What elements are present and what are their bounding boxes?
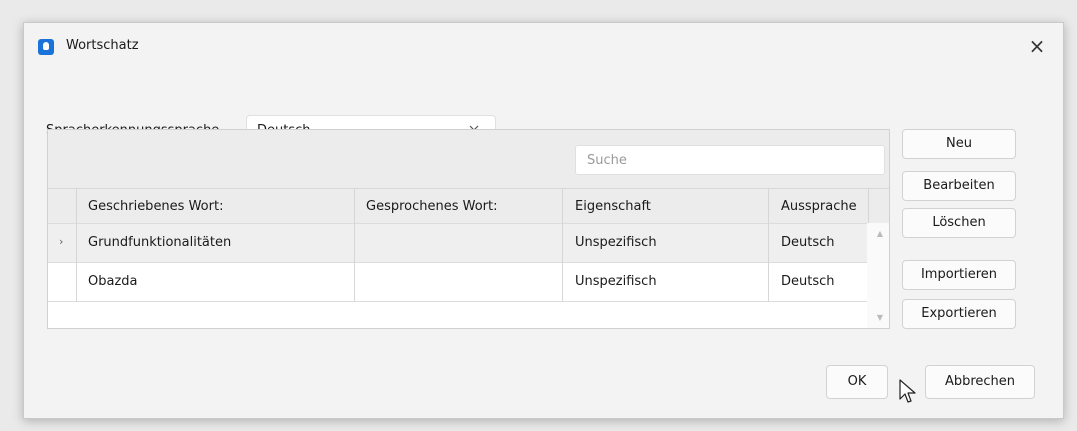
vocabulary-table: Geschriebenes Wort: Gesprochenes Wort: E… xyxy=(47,129,890,329)
column-divider xyxy=(562,188,563,302)
new-button[interactable]: Neu xyxy=(902,129,1016,159)
table-row[interactable]: › Grundfunktionalitäten Unspezifisch Deu… xyxy=(48,223,867,262)
search-field[interactable] xyxy=(575,145,885,175)
import-button[interactable]: Importieren xyxy=(902,260,1016,290)
vocabulary-dialog: Wortschatz × Spracherkennungssprache Deu… xyxy=(23,22,1064,419)
table-row[interactable]: Obazda Unspezifisch Deutsch xyxy=(48,262,867,302)
export-button[interactable]: Exportieren xyxy=(902,299,1016,329)
cell-written[interactable]: Obazda xyxy=(88,274,138,289)
vertical-scrollbar[interactable]: ▲ ▼ xyxy=(867,223,889,328)
cell-pronunciation[interactable]: Deutsch xyxy=(781,235,835,250)
column-header-spoken[interactable]: Gesprochenes Wort: xyxy=(366,199,498,214)
close-icon[interactable]: × xyxy=(1025,34,1049,58)
app-icon xyxy=(38,39,54,55)
mouse-pointer-icon xyxy=(899,379,916,403)
table-toolbar xyxy=(48,130,889,188)
row-selector-icon: › xyxy=(59,235,64,248)
cell-property[interactable]: Unspezifisch xyxy=(575,235,657,250)
cancel-button[interactable]: Abbrechen xyxy=(925,365,1035,399)
column-divider xyxy=(76,188,77,302)
ok-button[interactable]: OK xyxy=(826,365,888,399)
cell-property[interactable]: Unspezifisch xyxy=(575,274,657,289)
scroll-down-icon[interactable]: ▼ xyxy=(877,313,883,322)
column-divider xyxy=(768,188,769,302)
edit-button[interactable]: Bearbeiten xyxy=(902,171,1016,201)
column-header-property[interactable]: Eigenschaft xyxy=(575,199,651,214)
scroll-up-icon[interactable]: ▲ xyxy=(877,229,883,238)
column-header-pronunciation[interactable]: Aussprache xyxy=(781,199,857,214)
cell-written[interactable]: Grundfunktionalitäten xyxy=(88,235,231,250)
delete-button[interactable]: Löschen xyxy=(902,208,1016,238)
column-divider xyxy=(354,188,355,302)
title-bar: Wortschatz × xyxy=(24,23,1063,69)
search-input[interactable] xyxy=(585,152,869,169)
cell-pronunciation[interactable]: Deutsch xyxy=(781,274,835,289)
table-header: Geschriebenes Wort: Gesprochenes Wort: E… xyxy=(48,188,889,224)
window-title: Wortschatz xyxy=(66,38,139,53)
column-header-written[interactable]: Geschriebenes Wort: xyxy=(88,199,223,214)
